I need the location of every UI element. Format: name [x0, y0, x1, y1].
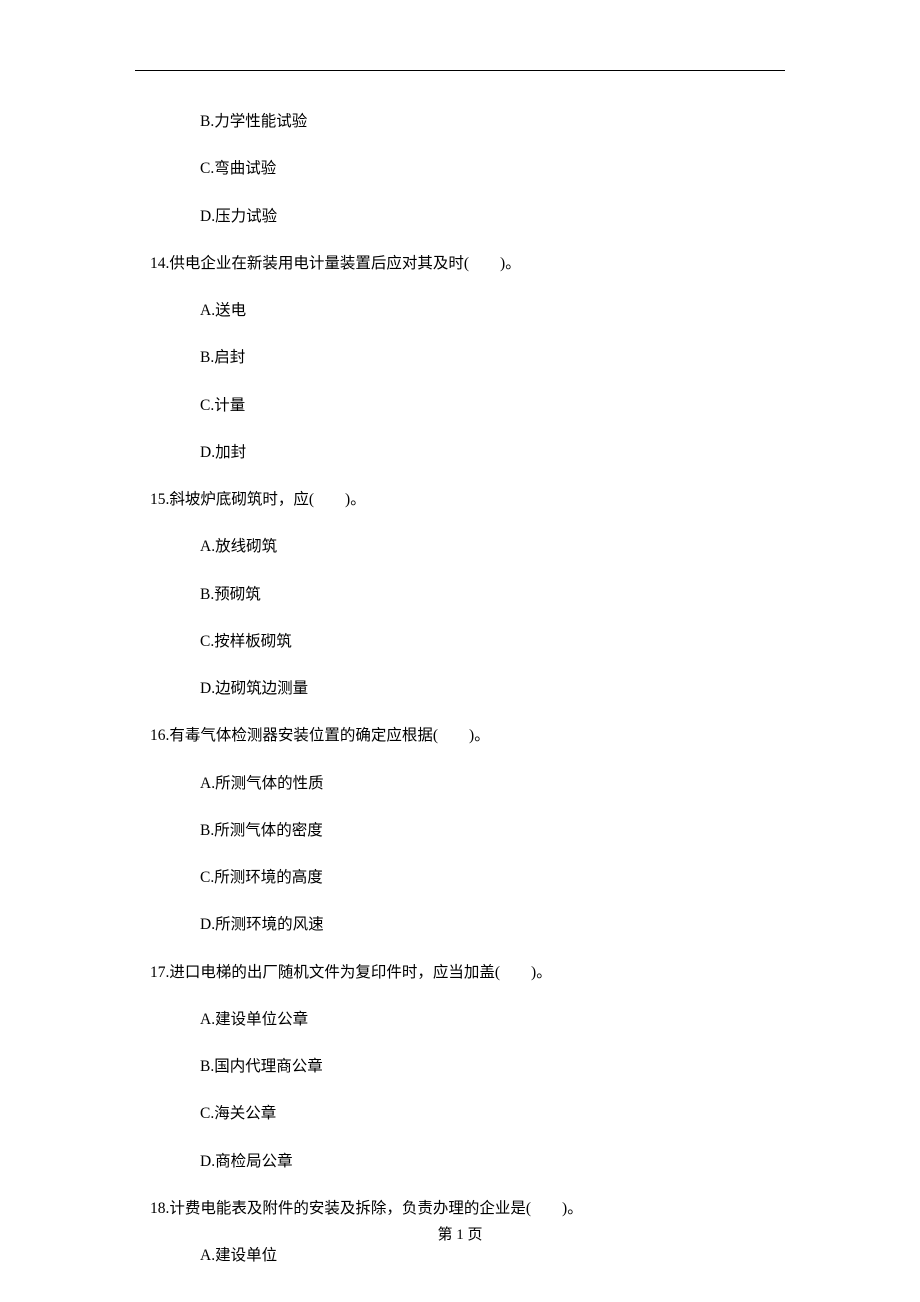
question-stem: 18.计费电能表及附件的安装及拆除，负责办理的企业是( )。 [150, 1197, 770, 1220]
option-text: A.所测气体的性质 [200, 772, 770, 795]
option-text: C.弯曲试验 [200, 157, 770, 180]
option-text: B.启封 [200, 346, 770, 369]
option-text: C.按样板砌筑 [200, 630, 770, 653]
question-stem: 15.斜坡炉底砌筑时，应( )。 [150, 488, 770, 511]
option-text: D.加封 [200, 441, 770, 464]
option-text: A.建设单位公章 [200, 1008, 770, 1031]
option-text: D.边砌筑边测量 [200, 677, 770, 700]
option-text: D.压力试验 [200, 205, 770, 228]
option-text: A.建设单位 [200, 1244, 770, 1267]
option-text: C.所测环境的高度 [200, 866, 770, 889]
option-text: D.商检局公章 [200, 1150, 770, 1173]
option-text: B.预砌筑 [200, 583, 770, 606]
document-body: B.力学性能试验 C.弯曲试验 D.压力试验 14.供电企业在新装用电计量装置后… [150, 110, 770, 1291]
option-text: A.送电 [200, 299, 770, 322]
option-text: C.计量 [200, 394, 770, 417]
question-stem: 17.进口电梯的出厂随机文件为复印件时，应当加盖( )。 [150, 961, 770, 984]
question-stem: 14.供电企业在新装用电计量装置后应对其及时( )。 [150, 252, 770, 275]
page-footer: 第 1 页 [0, 1223, 920, 1244]
question-stem: 16.有毒气体检测器安装位置的确定应根据( )。 [150, 724, 770, 747]
option-text: D.所测环境的风速 [200, 913, 770, 936]
option-text: B.力学性能试验 [200, 110, 770, 133]
option-text: B.国内代理商公章 [200, 1055, 770, 1078]
option-text: C.海关公章 [200, 1102, 770, 1125]
horizontal-rule [135, 70, 785, 71]
option-text: B.所测气体的密度 [200, 819, 770, 842]
option-text: A.放线砌筑 [200, 535, 770, 558]
